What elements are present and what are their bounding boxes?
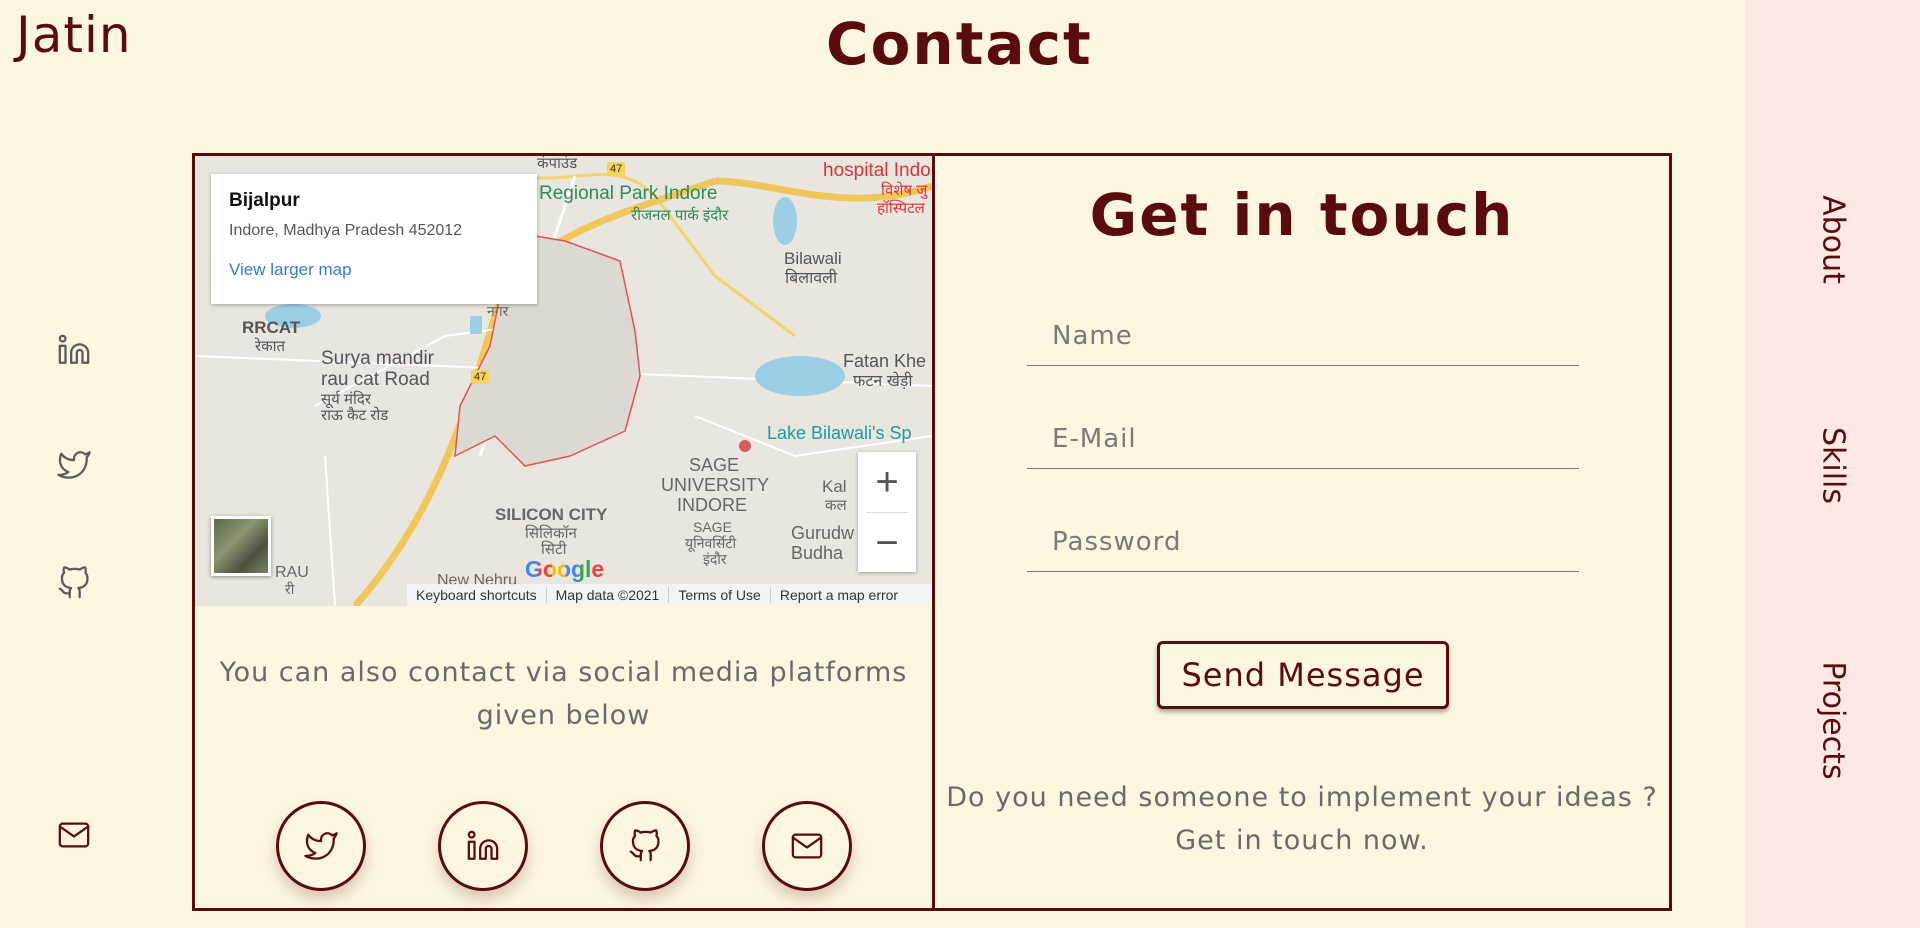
twitter-link[interactable]	[56, 447, 92, 483]
map-label: नगर	[487, 303, 509, 319]
map-label: SAGE	[693, 519, 732, 535]
map-label: हॉस्पिटल	[877, 200, 925, 217]
linkedin-button[interactable]	[438, 801, 528, 891]
map-label: कल	[825, 497, 847, 514]
mail-icon	[791, 833, 823, 859]
nav-skills[interactable]: Skills	[1816, 427, 1851, 504]
email-field[interactable]	[1027, 409, 1579, 469]
linkedin-icon	[58, 334, 90, 364]
map-label: INDORE	[677, 495, 748, 515]
map-label: Gurudw	[791, 523, 855, 543]
map-label: विशेष जु	[881, 182, 928, 199]
map-label: कंपाउंड	[537, 156, 578, 172]
terms-of-use-link[interactable]: Terms of Use	[669, 587, 771, 603]
map-label: rau cat Road	[321, 369, 430, 390]
contact-card: कंपाउंड Regional Park Indore रीजनल पार्क…	[192, 153, 1672, 911]
map-label: बिलावली	[785, 270, 838, 287]
brand-logo[interactable]: Jatin	[16, 6, 132, 64]
view-larger-map-link[interactable]: View larger map	[229, 260, 519, 280]
map-footer: Keyboard shortcuts Map data ©2021 Terms …	[407, 584, 932, 606]
mail-button[interactable]	[762, 801, 852, 891]
map-label: Surya mandir	[321, 348, 434, 369]
github-icon	[58, 566, 89, 599]
place-title: Bijalpur	[229, 190, 300, 211]
social-note: You can also contact via social media pl…	[219, 657, 908, 731]
twitter-button[interactable]	[276, 801, 366, 891]
map-label: Budha	[791, 543, 844, 563]
mail-icon	[58, 822, 90, 848]
github-button[interactable]	[600, 801, 690, 891]
map-label: RAU	[275, 564, 309, 581]
map-label: SAGE	[689, 455, 740, 475]
place-info-card: Bijalpur Indore, Madhya Pradesh 452012 V…	[211, 174, 537, 304]
map-label: रीजनल पार्क इंदौर	[631, 207, 729, 224]
password-field[interactable]	[1027, 512, 1579, 572]
nav-projects[interactable]: Projects	[1816, 661, 1851, 779]
twitter-icon	[304, 832, 338, 860]
keyboard-shortcuts-link[interactable]: Keyboard shortcuts	[407, 587, 547, 603]
map-label: यूनिवर्सिटी	[685, 535, 737, 551]
zoom-in-button[interactable]: +	[858, 452, 916, 512]
github-icon	[629, 829, 660, 862]
mail-link[interactable]	[56, 817, 92, 853]
github-link[interactable]	[56, 565, 92, 601]
place-address: Indore, Madhya Pradesh 452012	[229, 222, 463, 239]
map-label: UNIVERSITY	[661, 475, 770, 495]
embedded-map[interactable]: कंपाउंड Regional Park Indore रीजनल पार्क…	[195, 156, 932, 606]
report-map-error-link[interactable]: Report a map error	[771, 587, 907, 603]
map-label: Bilawali	[784, 249, 842, 268]
map-label: राऊ कैट रोड	[321, 407, 389, 424]
map-label: Lake Bilawali's Sp	[767, 423, 912, 443]
map-label: इंदौर	[703, 551, 727, 567]
map-label: री	[285, 581, 295, 597]
zoom-controls: + −	[858, 452, 916, 572]
map-label: RRCAT	[242, 318, 301, 337]
side-nav: About Skills Projects	[1745, 0, 1920, 928]
satellite-toggle[interactable]	[211, 516, 271, 576]
google-logo: Google	[525, 556, 604, 583]
contact-form-panel: Get in touch Send Message Do you need so…	[935, 156, 1669, 908]
cta-note: Do you need someone to implement your id…	[946, 782, 1658, 856]
form-title: Get in touch	[1089, 181, 1515, 249]
map-label: रेकात	[255, 338, 286, 355]
name-field[interactable]	[1027, 306, 1579, 366]
road-shield: 47	[471, 370, 490, 385]
nav-about[interactable]: About	[1816, 195, 1851, 284]
linkedin-link[interactable]	[56, 332, 92, 368]
send-message-button[interactable]: Send Message	[1157, 641, 1449, 709]
zoom-out-button[interactable]: −	[858, 513, 916, 573]
map-label: Regional Park Indore	[539, 183, 718, 204]
map-label: फटन खेड़ी	[853, 373, 913, 390]
google-logo-text: Google	[525, 556, 605, 582]
twitter-icon	[57, 451, 91, 479]
map-label: Kal	[822, 477, 847, 496]
map-label: Fatan Khe	[843, 351, 927, 371]
map-data-attribution: Map data ©2021	[547, 587, 670, 603]
map-panel: कंपाउंड Regional Park Indore रीजनल पार्क…	[195, 156, 935, 908]
linkedin-icon	[467, 830, 499, 860]
map-label: SILICON CITY	[495, 505, 608, 524]
map-label: hospital Indo	[823, 160, 931, 181]
road-shield: 47	[607, 162, 626, 177]
page-title: Contact	[826, 10, 1093, 78]
